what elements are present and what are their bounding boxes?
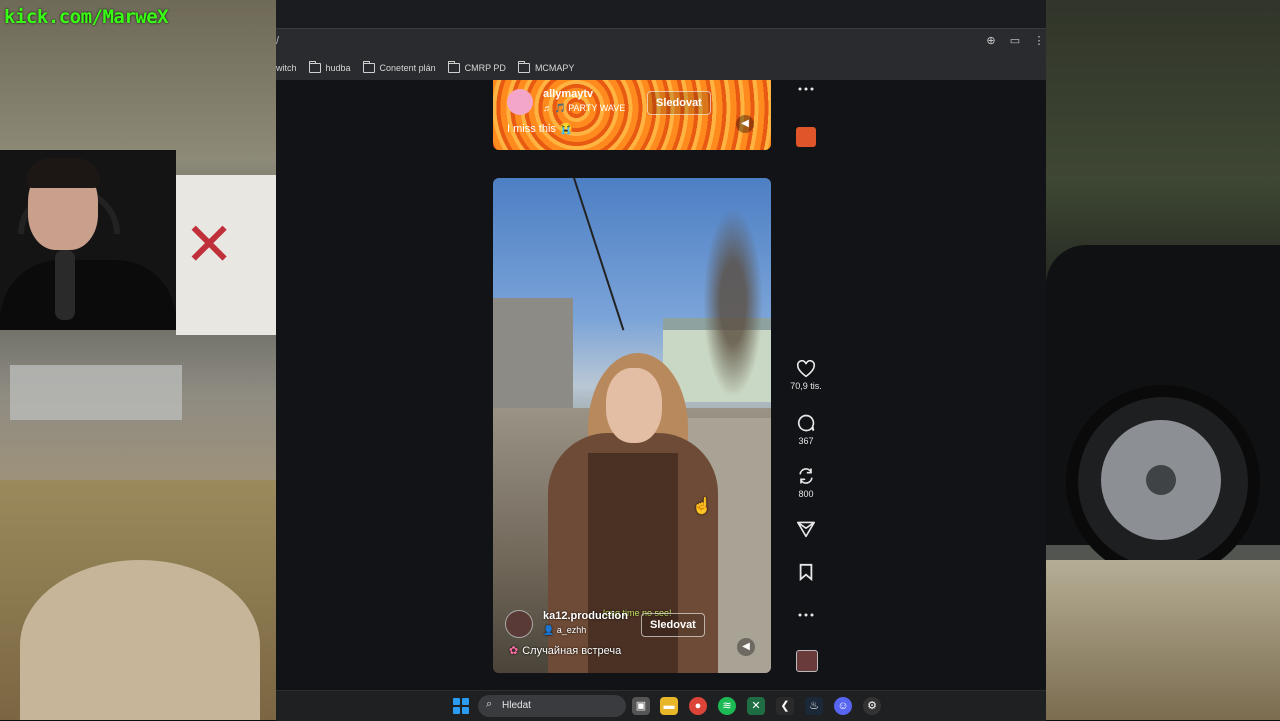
share-icon [796,521,815,538]
tab-strip [276,0,1046,28]
search-icon: ⌕ [486,698,493,710]
bookmark-twitch[interactable]: witch [276,63,297,73]
more-icon[interactable]: ⋮ [1032,34,1046,48]
sound-thumbnail[interactable] [796,650,818,672]
video-caption: ✿ Случайная встреча [509,645,622,657]
background-sign: ✕ [176,175,276,335]
comment-count: 367 [798,436,814,446]
folder-icon [308,60,321,73]
collab-user[interactable]: 👤 a_ezhh [543,625,586,636]
more-options-button[interactable] [776,612,836,621]
browser-window: / ⊕ ▭ ⋮ witch hudba Conetent plán CMRP P… [276,0,1046,690]
bookmark-icon [799,563,813,581]
discord-icon[interactable]: ☺ [834,697,852,715]
heart-icon [796,360,816,378]
zoom-icon[interactable]: ⊕ [984,34,998,48]
video-card-current[interactable]: long time no see! ka12.production 👤 a_ez… [493,178,771,673]
like-button[interactable]: 70,9 tis. [776,360,836,391]
comment-icon [797,414,815,432]
spotify-icon[interactable]: ≋ [718,697,736,715]
like-count: 70,9 tis. [790,381,822,391]
flower-icon: ✿ [509,645,519,657]
creator-username[interactable]: allymaytv [543,88,593,100]
folder-icon [517,60,530,73]
creator-avatar[interactable] [507,89,533,115]
windows-taskbar: ⌕ Hledat ▣ ▬ ● ≋ ✕ ❮ ♨ ☺ ⚙ [276,690,1046,721]
bookmark-button[interactable] [776,563,836,584]
windows-start-icon[interactable] [453,698,469,714]
creator-username[interactable]: ka12.production [543,610,628,622]
bookmark-mcmapy[interactable]: MCMAPY [517,60,574,73]
action-rail: 70,9 tis. 367 800 [776,80,836,690]
more-options-button-previous[interactable] [776,86,836,95]
taskbar-search-placeholder: Hledat [502,700,531,711]
sound-icon[interactable]: ◀ [737,638,755,656]
folder-icon [447,60,460,73]
webcam-feed [0,150,176,330]
address-bar[interactable]: / ⊕ ▭ ⋮ [276,28,1046,55]
repost-button[interactable]: 800 [776,466,836,499]
folder-icon [362,60,375,73]
repost-count: 800 [798,489,814,499]
task-view-icon[interactable]: ▣ [632,697,650,715]
bookmarks-bar: witch hudba Conetent plán CMRP PD MCMAPY [276,55,1046,80]
music-label[interactable]: ♬ 🎵 PARTY WAVE [543,103,625,114]
repost-icon [799,468,813,484]
hand-cursor-icon: ☝ [692,498,712,515]
background-rock [20,560,260,720]
video-card-previous[interactable]: allymaytv ♬ 🎵 PARTY WAVE Sledovat I miss… [493,80,771,150]
comment-button[interactable]: 367 [776,413,836,446]
steam-icon[interactable]: ♨ [805,697,823,715]
bookmark-hudba[interactable]: hudba [308,60,351,73]
follow-button[interactable]: Sledovat [641,613,705,637]
more-dots-icon [798,87,814,91]
share-button[interactable] [776,520,836,541]
video-caption: I miss this 😭 [507,123,573,135]
file-explorer-icon[interactable]: ▬ [660,697,678,715]
address-text[interactable]: / [276,35,279,47]
more-dots-icon [798,613,814,617]
tray-app-icon[interactable]: ⚙ [863,697,881,715]
background-bench [10,365,182,420]
app-icon[interactable]: ❮ [776,697,794,715]
creator-avatar[interactable] [505,610,533,638]
bookmark-content-plan[interactable]: Conetent plán [362,60,436,73]
video-feed: allymaytv ♬ 🎵 PARTY WAVE Sledovat I miss… [276,80,1046,690]
sound-icon[interactable]: ◀ [736,115,754,133]
bookmark-cmrp-pd[interactable]: CMRP PD [447,60,506,73]
taskbar-search[interactable]: ⌕ Hledat [478,695,626,717]
stream-background-left: ✕ [0,0,276,720]
cast-icon[interactable]: ▭ [1008,34,1022,48]
excel-icon[interactable]: ✕ [747,697,765,715]
stream-background-right [1046,0,1280,720]
chrome-icon[interactable]: ● [689,697,707,715]
sound-thumbnail-previous[interactable] [796,127,816,147]
stream-link-overlay: kick.com/MarweX [4,6,169,28]
follow-button[interactable]: Sledovat [647,91,711,115]
